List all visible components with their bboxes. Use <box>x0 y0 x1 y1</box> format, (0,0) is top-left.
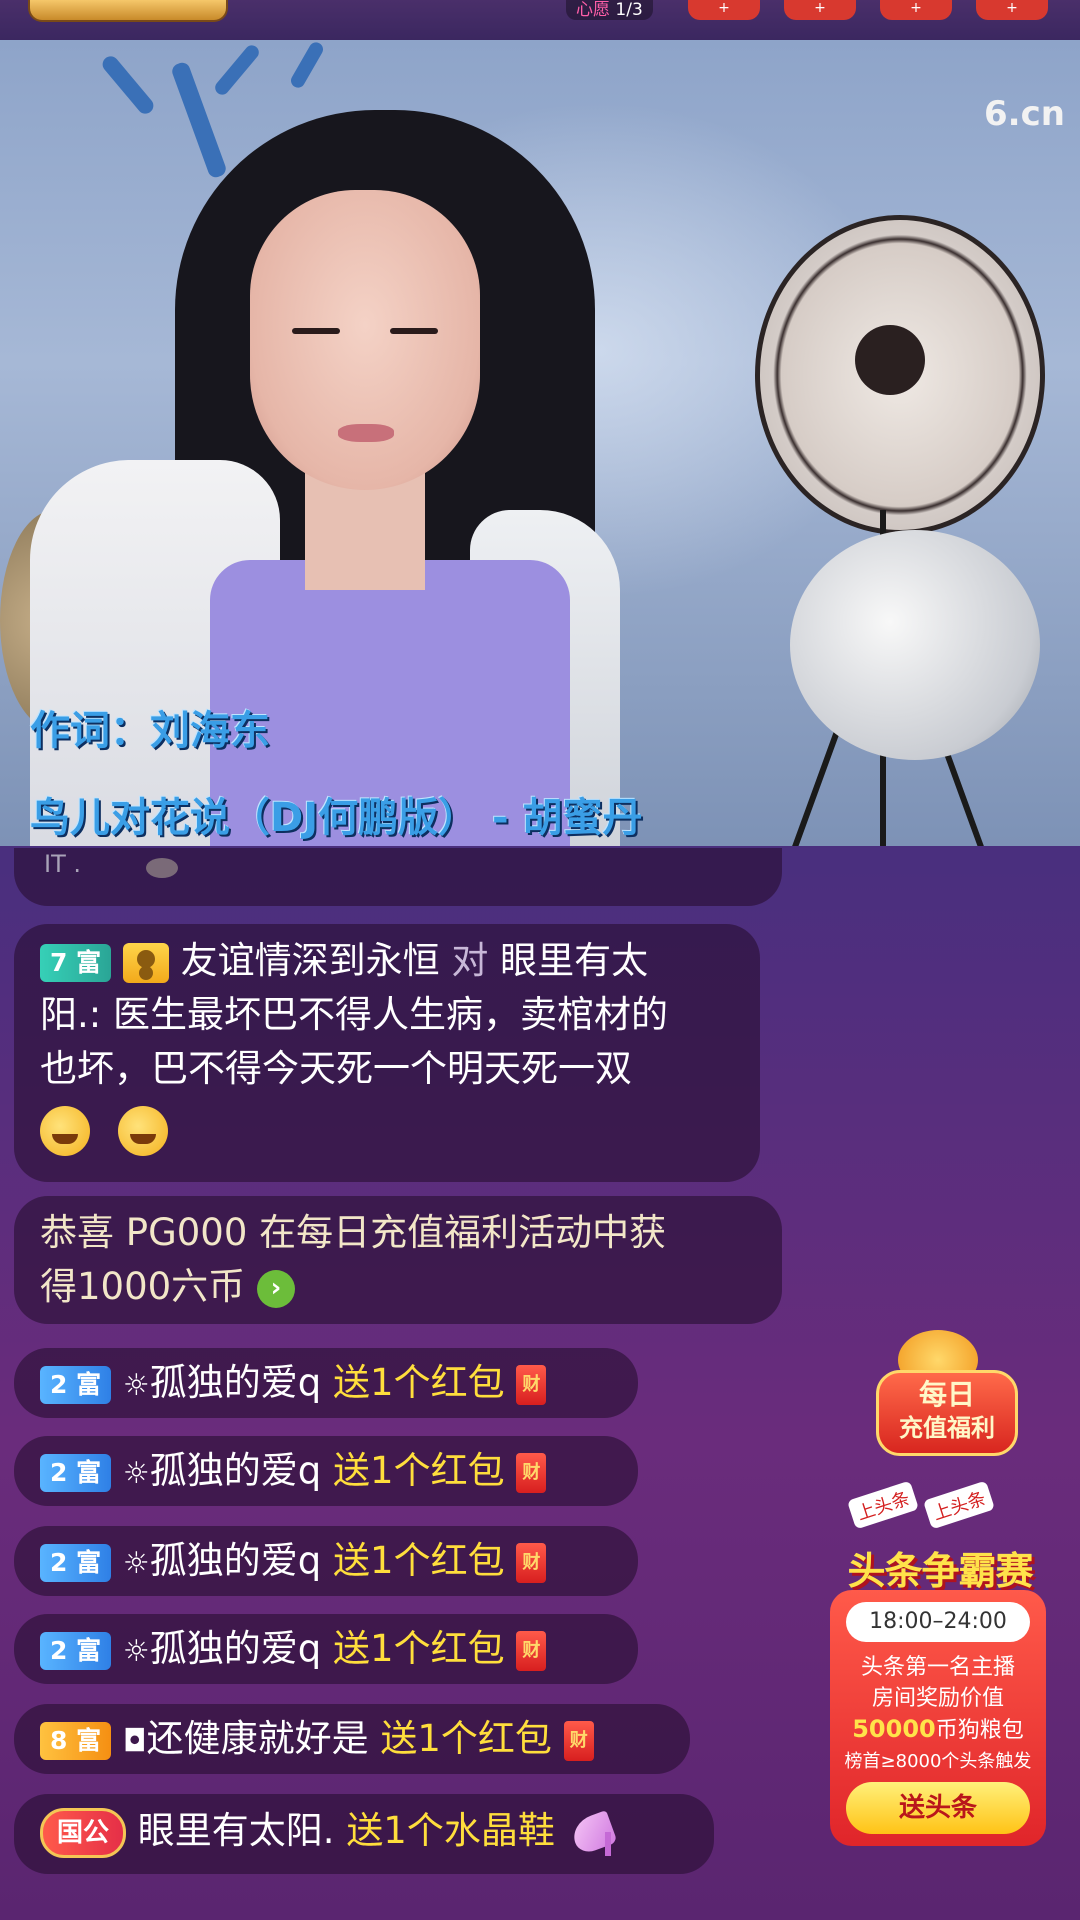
wealth-level-badge: 7 富 <box>40 943 112 982</box>
gift-action: 送1个红包 <box>333 1361 505 1404</box>
microphone <box>790 530 1040 760</box>
wealth-level-badge: 2 富 <box>40 1453 112 1492</box>
gift-message[interactable]: 2 富 ☼孤独的爱q 送1个红包 财 <box>14 1614 638 1684</box>
streamer-face <box>250 190 480 490</box>
promo-title: 头条争霸赛 <box>847 1549 1033 1593</box>
wealth-level-badge: 2 富 <box>40 1365 112 1404</box>
red-envelope-icon: 财 <box>516 1630 547 1671</box>
sun-icon: ☼ <box>122 1456 150 1491</box>
red-envelope-icon: 财 <box>516 1542 547 1583</box>
gift-sender[interactable]: 孤独的爱q <box>150 1627 322 1670</box>
gift-action: 送1个水晶鞋 <box>346 1809 555 1852</box>
user-avatar-icon <box>122 942 169 983</box>
red-envelope-icon: 财 <box>516 1452 547 1493</box>
gift-action: 送1个红包 <box>333 1627 505 1670</box>
eye <box>292 328 340 334</box>
mouth <box>338 424 394 442</box>
promo-desc-line: 房间奖励价值 <box>871 1686 1004 1711</box>
gift-action: 送1个红包 <box>333 1449 505 1492</box>
headline-contest-promo[interactable]: 上头条 上头条 头条争霸赛 18:00–24:00 头条第一名主播 房间奖励价值… <box>830 1480 1050 1850</box>
notice-line: 恭喜 PG000 在每日充值福利活动中获 <box>40 1211 667 1254</box>
promo-title: 每日 <box>918 1378 975 1411</box>
eye <box>390 328 438 334</box>
promo-description: 头条第一名主播 房间奖励价值 50000币狗粮包 榜首≥8000个头条触发 <box>840 1652 1036 1777</box>
wealth-level-badge: 8 富 <box>40 1721 112 1760</box>
lyric-credit: 作词：刘海东 <box>30 708 270 754</box>
gift-sender[interactable]: 孤独的爱q <box>150 1361 322 1404</box>
target-name[interactable]: 眼里有太 <box>500 939 648 982</box>
gift-action: 送1个红包 <box>380 1717 552 1760</box>
wish-count: 1/3 <box>615 0 643 20</box>
promo-desc-line: 币狗粮包 <box>935 1718 1024 1743</box>
gift-sender[interactable]: 眼里有太阳. <box>138 1809 335 1852</box>
top-rank-badge[interactable] <box>28 0 228 22</box>
gift-message[interactable]: 2 富 ☼孤独的爱q 送1个红包 财 <box>14 1526 638 1596</box>
gift-action: 送1个红包 <box>333 1539 505 1582</box>
noble-badge: 国公 <box>40 1807 127 1858</box>
crystal-shoe-icon <box>567 1806 621 1860</box>
gift-message[interactable]: 8 富 ◘还健康就好是 送1个红包 财 <box>14 1704 690 1774</box>
sun-icon: ☼ <box>122 1368 150 1403</box>
top-action-button-2[interactable]: + <box>784 0 856 20</box>
to-word: 对 <box>451 939 489 982</box>
send-headline-button[interactable]: 送头条 <box>846 1782 1030 1834</box>
emoji-icon <box>146 858 178 878</box>
promo-desc-line: 头条第一名主播 <box>860 1655 1015 1680</box>
site-watermark: 6.cn <box>984 94 1065 134</box>
sender-name[interactable]: 友谊情深到永恒 <box>181 939 440 982</box>
gift-message[interactable]: 国公 眼里有太阳. 送1个水晶鞋 <box>14 1794 714 1874</box>
top-action-button-3[interactable]: + <box>880 0 952 20</box>
system-notice[interactable]: 恭喜 PG000 在每日充值福利活动中获 得1000六币 › <box>14 1196 782 1324</box>
sun-icon: ☼ <box>122 1634 150 1669</box>
promo-desc-line: 榜首≥8000个头条触发 <box>844 1751 1032 1772</box>
red-envelope-icon: 财 <box>563 1720 594 1761</box>
antler-decoration <box>212 42 262 98</box>
live-video-stream[interactable]: 6.cn 作词：刘海东 鸟儿对花说（DJ何鹏版） - 胡蜜丹 <box>0 40 1080 846</box>
chevron-right-icon[interactable]: › <box>256 1269 295 1308</box>
message-text-line: 也坏，巴不得今天死一个明天死一双 <box>40 1047 632 1090</box>
gift-message[interactable]: 2 富 ☼孤独的爱q 送1个红包 财 <box>14 1348 638 1418</box>
previous-chat-message: IT . <box>14 848 782 906</box>
notice-line: 得1000六币 <box>40 1265 246 1308</box>
sun-icon: ☼ <box>122 1546 150 1581</box>
gift-sender[interactable]: 孤独的爱q <box>150 1449 322 1492</box>
promo-card: 18:00–24:00 头条第一名主播 房间奖励价值 50000币狗粮包 榜首≥… <box>830 1590 1046 1846</box>
promo-subtitle: 充值福利 <box>899 1414 995 1442</box>
wealth-level-badge: 2 富 <box>40 1543 112 1582</box>
wish-label: 心愿 <box>576 0 610 20</box>
promo-amount: 50000 <box>852 1715 936 1743</box>
gift-message[interactable]: 2 富 ☼孤独的爱q 送1个红包 财 <box>14 1436 638 1506</box>
message-text-line: 阳.: 医生最坏巴不得人生病，卖棺材的 <box>40 993 668 1036</box>
chat-message[interactable]: 7 富 友谊情深到永恒 对 眼里有太 阳.: 医生最坏巴不得人生病，卖棺材的 也… <box>14 924 760 1182</box>
red-envelope-icon: 财 <box>516 1364 547 1405</box>
wealth-level-badge: 2 富 <box>40 1631 112 1670</box>
thinking-emoji-icon <box>117 1105 168 1156</box>
promo-plate: 每日 充值福利 <box>876 1370 1018 1456</box>
top-bar: 心愿 1/3 + + + + <box>0 0 1080 40</box>
grin-emoji-icon <box>40 1105 90 1156</box>
gift-sender[interactable]: 孤独的爱q <box>150 1539 322 1582</box>
wish-indicator[interactable]: 心愿 1/3 <box>566 0 653 20</box>
square-icon: ◘ <box>122 1724 147 1759</box>
song-title-lyric: 鸟儿对花说（DJ何鹏版） - 胡蜜丹 <box>30 795 643 841</box>
promo-tag: 上头条 <box>846 1480 920 1530</box>
antler-decoration <box>99 53 157 117</box>
antler-decoration <box>288 40 326 91</box>
daily-recharge-promo[interactable]: 每日 充值福利 <box>868 1330 1018 1460</box>
promo-time: 18:00–24:00 <box>846 1602 1030 1642</box>
studio-lamp-bulb <box>855 325 925 395</box>
promo-tag: 上头条 <box>922 1480 995 1530</box>
top-action-button-1[interactable]: + <box>688 0 760 20</box>
promo-tags: 上头条 上头条 <box>846 1480 996 1530</box>
gift-sender[interactable]: 还健康就好是 <box>147 1717 369 1760</box>
previous-chat-text: IT . <box>44 850 81 878</box>
top-action-button-4[interactable]: + <box>976 0 1048 20</box>
